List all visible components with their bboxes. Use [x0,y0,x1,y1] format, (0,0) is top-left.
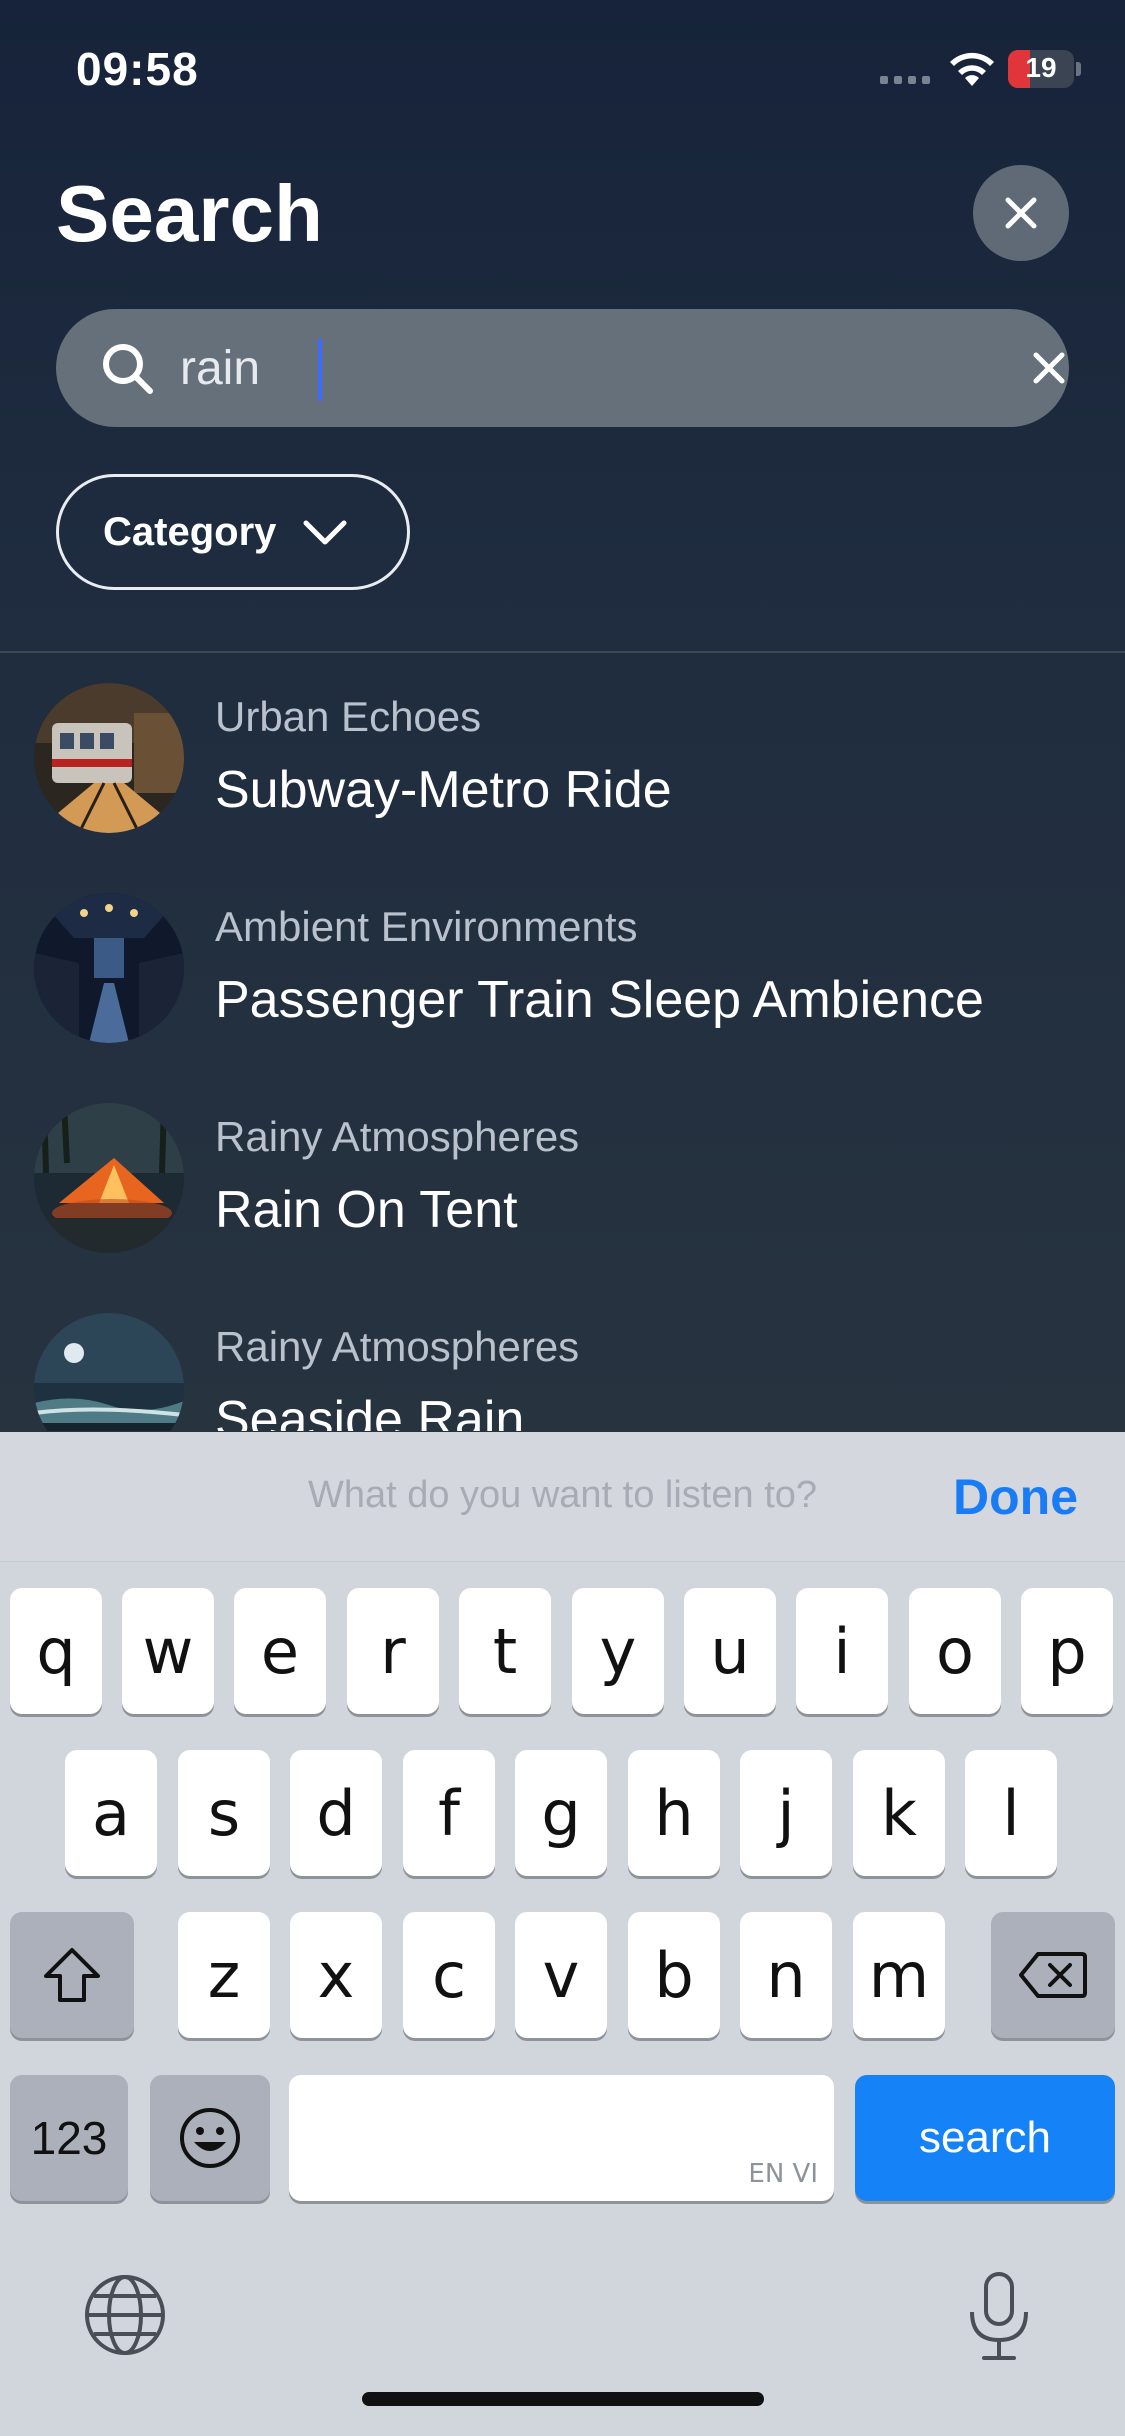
battery-icon: 19 [1008,50,1081,88]
wifi-icon [950,52,994,86]
key-y[interactable]: y [572,1588,664,1714]
emoji-key[interactable] [150,2075,270,2201]
clear-search-icon[interactable] [1028,347,1070,389]
key-v[interactable]: v [515,1912,607,2038]
search-input[interactable]: rain [180,341,260,396]
result-thumbnail [34,683,184,833]
result-category: Ambient Environments [215,903,638,950]
done-button[interactable]: Done [953,1468,1078,1526]
result-category: Urban Echoes [215,693,482,740]
shift-key[interactable] [10,1912,134,2038]
result-item[interactable]: Ambient Environments Passenger Train Sle… [0,863,1125,1073]
key-q[interactable]: q [10,1588,102,1714]
key-u[interactable]: u [684,1588,776,1714]
home-indicator[interactable] [362,2392,764,2406]
result-category: Rainy Atmospheres [215,1113,580,1160]
key-x[interactable]: x [290,1912,382,2038]
key-e[interactable]: e [234,1588,326,1714]
key-i[interactable]: i [796,1588,888,1714]
space-key[interactable]: EN VI [289,2075,834,2201]
result-thumbnail [34,893,184,1043]
key-b[interactable]: b [628,1912,720,2038]
key-z[interactable]: z [178,1912,270,2038]
text-cursor [318,339,322,401]
key-m[interactable]: m [853,1912,945,2038]
cellular-signal-icon [880,76,930,84]
key-d[interactable]: d [290,1750,382,1876]
close-icon [1005,197,1037,229]
search-field[interactable]: rain [56,309,1069,427]
page-title: Search [56,169,323,258]
backspace-icon [1019,1952,1087,1998]
key-r[interactable]: r [347,1588,439,1714]
key-f[interactable]: f [403,1750,495,1876]
search-icon [103,344,153,394]
key-c[interactable]: c [403,1912,495,2038]
key-h[interactable]: h [628,1750,720,1876]
keyboard: What do you want to listen to? Done q w … [0,1432,1125,2436]
search-key[interactable]: search [855,2075,1115,2201]
microphone-icon[interactable] [964,2270,1034,2362]
result-item[interactable]: Rainy Atmospheres Seaside Rain [0,1283,1125,1431]
key-o[interactable]: o [909,1588,1001,1714]
shift-icon [44,1948,100,2002]
category-filter-button[interactable]: Category [56,474,410,590]
key-p[interactable]: p [1021,1588,1113,1714]
key-l[interactable]: l [965,1750,1057,1876]
result-item[interactable]: Rainy Atmospheres Rain On Tent [0,1073,1125,1283]
key-s[interactable]: s [178,1750,270,1876]
emoji-icon [180,2108,240,2168]
key-a[interactable]: a [65,1750,157,1876]
key-t[interactable]: t [459,1588,551,1714]
result-category: Rainy Atmospheres [215,1323,580,1370]
result-title: Rain On Tent [215,1181,518,1239]
keyboard-accessory-bar: What do you want to listen to? Done [0,1432,1125,1562]
chevron-down-icon [303,520,347,545]
key-g[interactable]: g [515,1750,607,1876]
status-bar: 09:58 19 [0,0,1125,140]
result-thumbnail [34,1313,184,1431]
result-title: Passenger Train Sleep Ambience [215,971,984,1029]
backspace-key[interactable] [991,1912,1115,2038]
key-n[interactable]: n [740,1912,832,2038]
close-button[interactable] [973,165,1069,261]
result-thumbnail [34,1103,184,1253]
status-time: 09:58 [76,43,199,95]
globe-icon[interactable] [82,2272,168,2358]
category-filter-label: Category [103,509,277,554]
result-title: Seaside Rain [215,1391,525,1431]
key-k[interactable]: k [853,1750,945,1876]
space-key-languages: EN VI [748,2159,818,2189]
numbers-key[interactable]: 123 [10,2075,128,2201]
key-w[interactable]: w [122,1588,214,1714]
result-title: Subway-Metro Ride [215,761,672,819]
battery-level: 19 [1025,52,1057,83]
result-item[interactable]: Urban Echoes Subway-Metro Ride [0,653,1125,863]
results-list[interactable]: Urban Echoes Subway-Metro Ride Ambient E… [0,653,1125,1431]
key-j[interactable]: j [740,1750,832,1876]
